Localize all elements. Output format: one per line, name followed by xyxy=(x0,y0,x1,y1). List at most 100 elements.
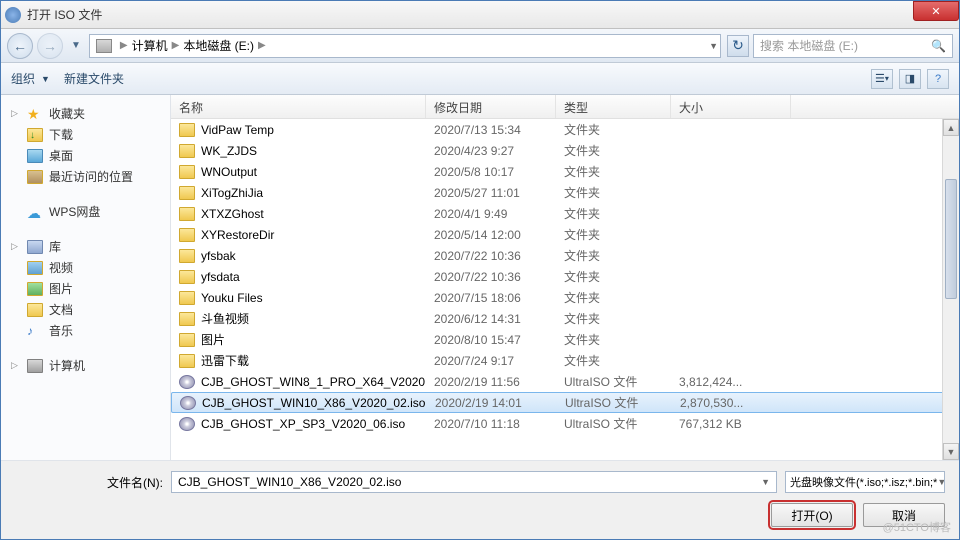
file-date: 2020/8/10 15:47 xyxy=(426,333,556,347)
file-type: 文件夹 xyxy=(556,226,671,243)
file-row[interactable]: WNOutput2020/5/8 10:17文件夹 xyxy=(171,161,959,182)
file-name: 斗鱼视频 xyxy=(201,310,249,327)
sidebar-videos[interactable]: 视频 xyxy=(5,257,166,278)
new-folder-button[interactable]: 新建文件夹 xyxy=(64,70,124,87)
filter-dropdown-icon[interactable]: ▼ xyxy=(937,477,945,487)
file-name: CJB_GHOST_WIN8_1_PRO_X64_V2020... xyxy=(201,375,426,389)
sidebar-downloads[interactable]: 下载 xyxy=(5,124,166,145)
help-button[interactable]: ? xyxy=(927,69,949,89)
refresh-button[interactable]: ↻ xyxy=(727,35,749,57)
file-type: 文件夹 xyxy=(556,331,671,348)
file-type: UltraISO 文件 xyxy=(557,394,672,411)
file-name: CJB_GHOST_WIN10_X86_V2020_02.iso xyxy=(202,396,425,410)
view-options-button[interactable]: ☰▾ xyxy=(871,69,893,89)
file-date: 2020/2/19 14:01 xyxy=(427,396,557,410)
file-date: 2020/2/19 11:56 xyxy=(426,375,556,389)
sidebar-desktop[interactable]: 桌面 xyxy=(5,145,166,166)
column-type[interactable]: 类型 xyxy=(556,95,671,118)
scroll-up-button[interactable]: ▲ xyxy=(943,119,959,136)
file-name: XiTogZhiJia xyxy=(201,186,263,200)
sidebar-recent[interactable]: 最近访问的位置 xyxy=(5,166,166,187)
file-list[interactable]: VidPaw Temp2020/7/13 15:34文件夹 WK_ZJDS 2020… xyxy=(171,119,959,460)
drive-icon xyxy=(96,39,112,53)
file-date: 2020/7/13 15:34 xyxy=(426,123,556,137)
file-row[interactable]: WK_ZJDS2020/4/23 9:27文件夹 xyxy=(171,140,959,161)
sidebar-music[interactable]: ♪音乐 xyxy=(5,320,166,341)
sidebar-pictures[interactable]: 图片 xyxy=(5,278,166,299)
file-row[interactable]: yfsbak2020/7/22 10:36文件夹 xyxy=(171,245,959,266)
file-type: UltraISO 文件 xyxy=(556,415,671,432)
file-row[interactable]: 斗鱼视频2020/6/12 14:31文件夹 xyxy=(171,308,959,329)
folder-icon xyxy=(179,270,195,284)
disc-icon xyxy=(179,417,195,431)
column-name[interactable]: 名称 xyxy=(171,95,426,118)
file-row[interactable]: 迅雷下载2020/7/24 9:17文件夹 xyxy=(171,350,959,371)
folder-icon xyxy=(179,186,195,200)
scroll-thumb[interactable] xyxy=(945,179,957,299)
file-row[interactable]: VidPaw Temp2020/7/13 15:34文件夹 xyxy=(171,119,959,140)
address-dropdown[interactable]: ▼ xyxy=(709,41,718,51)
file-date: 2020/6/12 14:31 xyxy=(426,312,556,326)
sidebar-wps-cloud[interactable]: ☁WPS网盘 xyxy=(5,201,166,222)
file-row[interactable]: CJB_GHOST_WIN8_1_PRO_X64_V2020...2020/2/… xyxy=(171,371,959,392)
close-button[interactable]: ✕ xyxy=(913,1,959,21)
file-size: 767,312 KB xyxy=(671,417,791,431)
file-name: WNOutput xyxy=(201,165,257,179)
history-dropdown[interactable]: ▼ xyxy=(67,40,85,51)
sidebar-libraries[interactable]: ▷库 xyxy=(5,236,166,257)
file-type: 文件夹 xyxy=(556,184,671,201)
toolbar: 组织▼ 新建文件夹 ☰▾ ◨ ? xyxy=(1,63,959,95)
folder-icon xyxy=(179,207,195,221)
filename-input[interactable]: CJB_GHOST_WIN10_X86_V2020_02.iso▼ xyxy=(171,471,777,493)
preview-pane-button[interactable]: ◨ xyxy=(899,69,921,89)
search-input[interactable]: 搜索 本地磁盘 (E:) 🔍 xyxy=(753,34,953,58)
file-name: Youku Files xyxy=(201,291,263,305)
disc-icon xyxy=(180,396,196,410)
file-row[interactable]: XYRestoreDir2020/5/14 12:00文件夹 xyxy=(171,224,959,245)
scrollbar[interactable]: ▲ ▼ xyxy=(942,119,959,460)
column-size[interactable]: 大小 xyxy=(671,95,791,118)
file-type: UltraISO 文件 xyxy=(556,373,671,390)
filename-dropdown-icon[interactable]: ▼ xyxy=(761,477,770,487)
chevron-right-icon: ▶ xyxy=(168,40,184,51)
back-button[interactable]: ← xyxy=(7,33,33,59)
address-bar[interactable]: ▶ 计算机 ▶ 本地磁盘 (E:) ▶ ▼ xyxy=(89,34,721,58)
breadcrumb-drive[interactable]: 本地磁盘 (E:) xyxy=(183,37,254,54)
file-name: CJB_GHOST_XP_SP3_V2020_06.iso xyxy=(201,417,405,431)
open-button[interactable]: 打开(O) xyxy=(771,503,853,527)
folder-icon xyxy=(179,249,195,263)
file-date: 2020/4/1 9:49 xyxy=(426,207,556,221)
filetype-filter[interactable]: 光盘映像文件(*.iso;*.isz;*.bin;*▼ xyxy=(785,471,945,493)
file-name: 图片 xyxy=(201,331,225,348)
folder-icon xyxy=(179,123,195,137)
file-row[interactable]: CJB_GHOST_XP_SP3_V2020_06.iso 2020/7/10 1… xyxy=(171,413,959,434)
file-date: 2020/7/24 9:17 xyxy=(426,354,556,368)
sidebar-computer[interactable]: ▷计算机 xyxy=(5,355,166,376)
file-row[interactable]: CJB_GHOST_WIN10_X86_V2020_02.iso2020/2/1… xyxy=(171,392,959,413)
organize-menu[interactable]: 组织▼ xyxy=(11,70,50,87)
folder-icon xyxy=(179,354,195,368)
file-row[interactable]: Youku Files2020/7/15 18:06文件夹 xyxy=(171,287,959,308)
column-date[interactable]: 修改日期 xyxy=(426,95,556,118)
chevron-right-icon: ▶ xyxy=(254,40,270,51)
file-row[interactable]: XiTogZhiJia2020/5/27 11:01文件夹 xyxy=(171,182,959,203)
file-name: WK_ZJDS xyxy=(201,144,257,158)
file-date: 2020/7/10 11:18 xyxy=(426,417,556,431)
sidebar-favorites[interactable]: ▷★收藏夹 xyxy=(5,103,166,124)
file-row[interactable]: XTXZGhost2020/4/1 9:49文件夹 xyxy=(171,203,959,224)
file-row[interactable]: 图片 2020/8/10 15:47文件夹 xyxy=(171,329,959,350)
file-date: 2020/5/8 10:17 xyxy=(426,165,556,179)
scroll-down-button[interactable]: ▼ xyxy=(943,443,959,460)
file-row[interactable]: yfsdata2020/7/22 10:36文件夹 xyxy=(171,266,959,287)
file-type: 文件夹 xyxy=(556,352,671,369)
file-name: XYRestoreDir xyxy=(201,228,274,242)
folder-icon xyxy=(179,165,195,179)
file-type: 文件夹 xyxy=(556,205,671,222)
search-icon: 🔍 xyxy=(931,39,946,53)
folder-icon xyxy=(179,144,195,158)
forward-button[interactable]: → xyxy=(37,33,63,59)
breadcrumb-computer[interactable]: 计算机 xyxy=(132,37,168,54)
file-date: 2020/4/23 9:27 xyxy=(426,144,556,158)
file-type: 文件夹 xyxy=(556,247,671,264)
sidebar-documents[interactable]: 文档 xyxy=(5,299,166,320)
